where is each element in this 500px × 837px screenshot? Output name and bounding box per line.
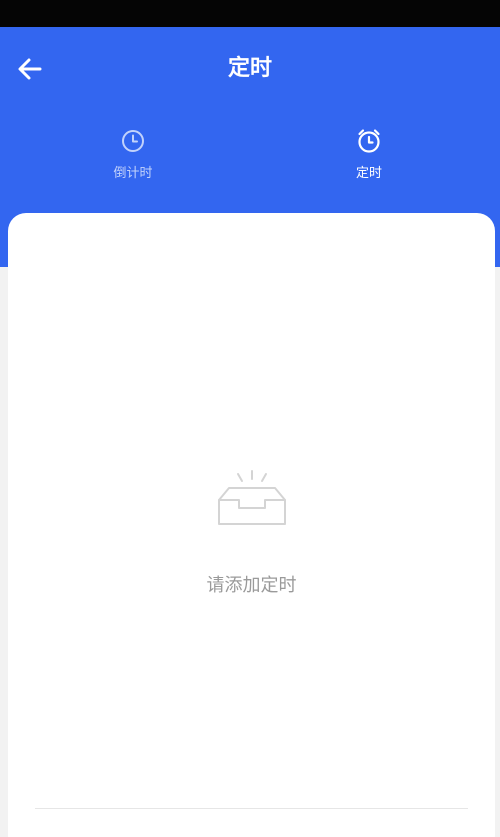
divider [35, 808, 468, 809]
empty-inbox-icon [217, 470, 286, 525]
tab-schedule-label: 定时 [355, 166, 382, 181]
tab-bar: 倒计时 定时 [0, 127, 500, 197]
clock-icon [119, 127, 147, 155]
status-bar [0, 0, 500, 27]
empty-state-text: 请添加定时 [206, 575, 297, 596]
alarm-clock-icon [355, 127, 383, 155]
empty-state: 请添加定时 [8, 468, 495, 598]
screen: 定时 倒计时 定时 请添加定时 [0, 0, 500, 837]
page-title: 定时 [227, 56, 272, 81]
tab-schedule[interactable]: 定时 [309, 127, 429, 197]
tab-countdown[interactable]: 倒计时 [73, 127, 193, 197]
content-card: 请添加定时 [8, 213, 495, 837]
tab-countdown-label: 倒计时 [113, 166, 153, 181]
